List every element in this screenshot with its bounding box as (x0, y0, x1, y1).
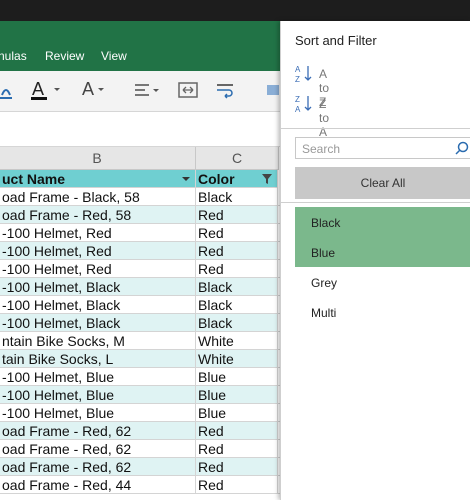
cell-product-name[interactable]: -100 Helmet, Red (0, 260, 196, 278)
align-icon[interactable] (133, 79, 163, 101)
svg-text:A: A (32, 79, 44, 99)
sort-filter-panel: Sort and Filter AZ A to Z ZA Z to A Sear… (280, 21, 470, 500)
cell-product-name[interactable]: oad Frame - Black, 58 (0, 188, 196, 206)
cell-color[interactable]: White (196, 332, 278, 350)
cell-product-name[interactable]: -100 Helmet, Blue (0, 368, 196, 386)
cell-product-name[interactable]: oad Frame - Red, 62 (0, 458, 196, 476)
cell-color[interactable]: Black (196, 296, 278, 314)
cell-product-name[interactable]: -100 Helmet, Black (0, 278, 196, 296)
cell-color[interactable]: Black (196, 188, 278, 206)
cell-product-name[interactable]: -100 Helmet, Black (0, 314, 196, 332)
cell-color[interactable]: Red (196, 260, 278, 278)
cell-color[interactable]: Red (196, 458, 278, 476)
svg-text:A: A (82, 79, 94, 99)
sort-z-to-a[interactable]: ZA Z to A (295, 93, 329, 139)
cell-color[interactable]: White (196, 350, 278, 368)
sort-ascending-icon: AZ (295, 65, 313, 88)
clear-all-button[interactable]: Clear All (295, 167, 470, 199)
cell-product-name[interactable]: tain Bike Socks, L (0, 350, 196, 368)
cell-color[interactable]: Black (196, 278, 278, 296)
fill-color-icon[interactable] (0, 79, 16, 101)
filter-applied-icon[interactable] (260, 172, 274, 187)
wrap-text-icon[interactable] (215, 79, 237, 101)
filter-option-label: Black (311, 216, 341, 230)
sort-descending-icon: ZA (295, 95, 313, 118)
cell-product-name[interactable]: oad Frame - Red, 62 (0, 422, 196, 440)
header-color-label: Color (198, 171, 235, 187)
cell-product-name[interactable]: -100 Helmet, Blue (0, 404, 196, 422)
tab-formulas[interactable]: nulas (0, 49, 27, 63)
cell-color[interactable]: Blue (196, 368, 278, 386)
filter-option-label: Grey (311, 276, 338, 290)
panel-divider-2 (281, 202, 470, 203)
filter-option-label: Multi (311, 306, 337, 317)
filter-option-multi[interactable]: Multi (295, 297, 470, 317)
cell-color[interactable]: Red (196, 440, 278, 458)
cell-color[interactable]: Red (196, 422, 278, 440)
font-color-icon[interactable]: A (30, 79, 64, 101)
cell-color[interactable]: Red (196, 224, 278, 242)
header-color[interactable]: Color (196, 170, 278, 188)
cell-color[interactable]: Black (196, 314, 278, 332)
cell-product-name[interactable]: -100 Helmet, Red (0, 224, 196, 242)
cell-product-name[interactable]: -100 Helmet, Black (0, 296, 196, 314)
search-icon[interactable] (454, 141, 470, 162)
cell-product-name[interactable]: oad Frame - Red, 44 (0, 476, 196, 494)
cell-color[interactable]: Red (196, 206, 278, 224)
cell-color[interactable]: Blue (196, 404, 278, 422)
panel-title: Sort and Filter (295, 33, 377, 48)
svg-text:A: A (295, 65, 301, 74)
filter-dropdown-icon[interactable] (179, 172, 193, 187)
svg-text:A: A (295, 105, 301, 114)
svg-text:Z: Z (295, 75, 300, 84)
cell-product-name[interactable]: ntain Bike Socks, M (0, 332, 196, 350)
filter-search-input[interactable]: Search (295, 137, 470, 159)
cell-product-name[interactable]: oad Frame - Red, 62 (0, 440, 196, 458)
header-product-label: uct Name (2, 171, 66, 187)
font-size-icon[interactable]: A (80, 79, 110, 101)
filter-option-label: Blue (311, 246, 336, 260)
cell-color[interactable]: Red (196, 242, 278, 260)
title-bar (0, 0, 470, 21)
column-header-c[interactable]: C (196, 147, 279, 170)
insert-icon[interactable] (266, 79, 280, 101)
cell-product-name[interactable]: -100 Helmet, Blue (0, 386, 196, 404)
sort-a-to-z[interactable]: AZ A to Z (295, 63, 329, 109)
cell-color[interactable]: Blue (196, 386, 278, 404)
panel-divider (281, 128, 470, 129)
tab-review[interactable]: Review (45, 49, 84, 63)
svg-text:Z: Z (295, 95, 300, 104)
cell-color[interactable]: Red (196, 476, 278, 494)
cell-product-name[interactable]: -100 Helmet, Red (0, 242, 196, 260)
tab-view[interactable]: View (101, 49, 127, 63)
search-placeholder: Search (302, 142, 341, 156)
filter-option-black[interactable]: Black (295, 207, 470, 237)
merge-icon[interactable] (177, 79, 199, 101)
filter-option-grey[interactable]: Grey (295, 267, 470, 297)
cell-product-name[interactable]: oad Frame - Red, 58 (0, 206, 196, 224)
sort-z-to-a-label: Z to A (319, 97, 330, 139)
column-header-b[interactable]: B (0, 147, 196, 170)
filter-option-blue[interactable]: Blue (295, 237, 470, 267)
header-product-name[interactable]: uct Name (0, 170, 196, 188)
